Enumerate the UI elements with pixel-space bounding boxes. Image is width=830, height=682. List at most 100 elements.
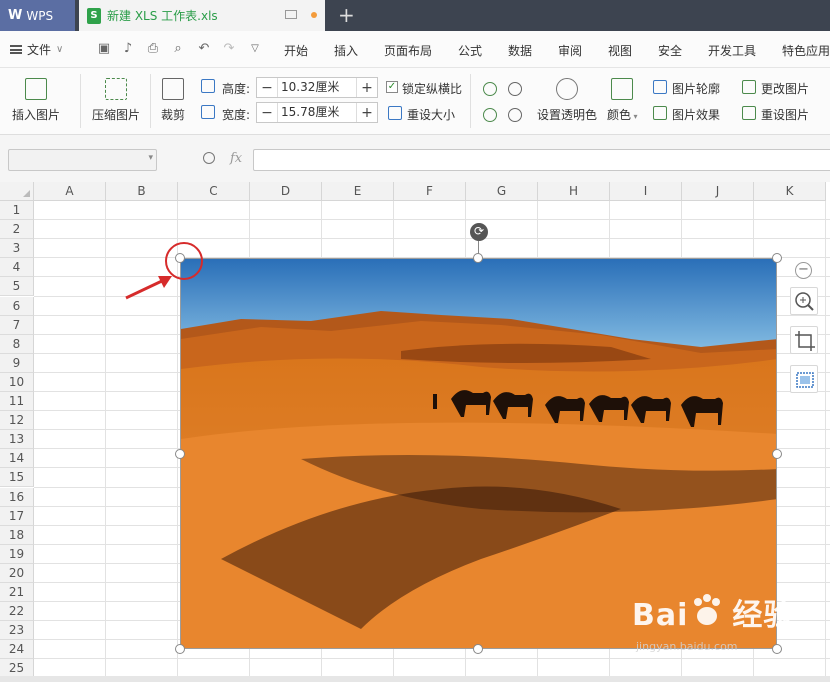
brightness-down-icon[interactable]	[508, 82, 522, 96]
height-stepper[interactable]: − 10.32厘米 +	[256, 77, 378, 98]
wps-home-tab[interactable]: W WPS	[0, 0, 75, 31]
picture-effects-icon	[653, 106, 667, 120]
undo-icon[interactable]: ↶	[197, 42, 211, 56]
tab-data[interactable]: 数据	[508, 42, 532, 59]
resize-handle-right[interactable]	[772, 449, 782, 459]
row-header[interactable]: 15	[0, 468, 34, 488]
column-header[interactable]: I	[610, 182, 682, 201]
color-button[interactable]: 颜色 ▾	[607, 78, 638, 123]
width-stepper[interactable]: − 15.78厘米 +	[256, 102, 378, 123]
row-header[interactable]: 14	[0, 449, 34, 469]
column-header[interactable]: D	[250, 182, 322, 201]
picture-outline-button[interactable]: 图片轮廓	[672, 80, 720, 97]
column-header[interactable]: G	[466, 182, 538, 201]
crop-button[interactable]: 裁剪	[161, 78, 185, 123]
row-header[interactable]: 4	[0, 258, 34, 278]
row-header[interactable]: 2	[0, 220, 34, 240]
width-increase-button[interactable]: +	[357, 105, 377, 121]
row-header[interactable]: 20	[0, 563, 34, 583]
zoom-icon[interactable]	[203, 152, 215, 164]
row-header[interactable]: 18	[0, 525, 34, 545]
row-header[interactable]: 12	[0, 411, 34, 431]
height-increase-button[interactable]: +	[357, 80, 377, 96]
reset-picture-button[interactable]: 重设图片	[761, 106, 809, 123]
tab-home[interactable]: 开始	[284, 42, 308, 59]
resize-handle-top-right[interactable]	[772, 253, 782, 263]
height-value[interactable]: 10.32厘米	[277, 78, 357, 97]
column-header[interactable]: H	[538, 182, 610, 201]
compress-picture-button[interactable]: 压缩图片	[92, 78, 140, 123]
row-header[interactable]: 6	[0, 296, 34, 316]
picture-effects-button[interactable]: 图片效果	[672, 106, 720, 123]
tab-special-apps[interactable]: 特色应用	[782, 42, 830, 59]
row-header[interactable]: 16	[0, 487, 34, 507]
row-header[interactable]: 10	[0, 372, 34, 392]
monitor-icon[interactable]	[285, 10, 297, 19]
formula-input[interactable]	[253, 149, 830, 171]
width-icon	[201, 105, 215, 119]
row-header[interactable]: 24	[0, 640, 34, 660]
document-tab[interactable]: S 新建 XLS 工作表.xls	[79, 0, 325, 31]
tab-formulas[interactable]: 公式	[458, 42, 482, 59]
row-header[interactable]: 1	[0, 201, 34, 220]
row-header[interactable]: 5	[0, 277, 34, 297]
brightness-up-icon[interactable]	[483, 82, 497, 96]
row-header[interactable]: 19	[0, 544, 34, 564]
row-header[interactable]: 3	[0, 239, 34, 259]
row-header[interactable]: 21	[0, 583, 34, 602]
collapse-minus-icon[interactable]: −	[795, 262, 812, 279]
name-box[interactable]	[8, 149, 157, 171]
resize-handle-bottom[interactable]	[473, 644, 483, 654]
print-preview-icon[interactable]: ⌕	[171, 42, 185, 56]
row-header[interactable]: 13	[0, 430, 34, 450]
row-header[interactable]: 11	[0, 392, 34, 411]
column-header[interactable]: C	[178, 182, 250, 201]
reset-size-button[interactable]: 重设大小	[407, 106, 455, 123]
height-decrease-button[interactable]: −	[257, 80, 277, 96]
row-header[interactable]: 7	[0, 315, 34, 335]
tab-security[interactable]: 安全	[658, 42, 682, 59]
change-picture-button[interactable]: 更改图片	[761, 80, 809, 97]
lock-aspect-checkbox[interactable]: ✓	[386, 81, 398, 93]
resize-handle-bottom-left[interactable]	[175, 644, 185, 654]
column-header[interactable]: J	[682, 182, 754, 201]
tab-page-layout[interactable]: 页面布局	[384, 42, 432, 59]
tab-view[interactable]: 视图	[608, 42, 632, 59]
width-decrease-button[interactable]: −	[257, 105, 277, 121]
print-icon[interactable]: ⎙	[146, 42, 160, 56]
rotate-handle-icon[interactable]: ⟳	[470, 223, 488, 241]
new-tab-plus-icon[interactable]: +	[338, 3, 355, 27]
crop-side-icon[interactable]	[790, 326, 818, 354]
picture-frame-icon[interactable]	[790, 365, 818, 393]
column-header[interactable]: F	[394, 182, 466, 201]
column-header[interactable]: E	[322, 182, 394, 201]
row-header[interactable]: 23	[0, 621, 34, 641]
file-menu-button[interactable]: 文件 ∨	[10, 41, 63, 58]
row-header[interactable]: 9	[0, 353, 34, 373]
row-header[interactable]: 8	[0, 334, 34, 354]
tab-insert[interactable]: 插入	[334, 42, 358, 59]
select-all-corner[interactable]	[0, 182, 34, 201]
format-painter-icon[interactable]: ♪	[121, 42, 135, 56]
column-header[interactable]: B	[106, 182, 178, 201]
column-header[interactable]: A	[34, 182, 106, 201]
contrast-up-icon[interactable]	[483, 108, 497, 122]
row-header[interactable]: 17	[0, 506, 34, 526]
sheet-tab-bar[interactable]	[0, 676, 830, 682]
resize-handle-top[interactable]	[473, 253, 483, 263]
customize-toolbar-icon[interactable]: ▽	[248, 42, 262, 56]
tab-developer[interactable]: 开发工具	[708, 42, 756, 59]
width-value[interactable]: 15.78厘米	[277, 103, 357, 122]
redo-icon[interactable]: ↷	[222, 42, 236, 56]
tab-review[interactable]: 审阅	[558, 42, 582, 59]
insert-picture-button[interactable]: 插入图片	[12, 78, 60, 123]
fx-icon[interactable]: fx	[230, 151, 242, 166]
column-header[interactable]: K	[754, 182, 826, 201]
resize-handle-bottom-right[interactable]	[772, 644, 782, 654]
set-transparent-color-button[interactable]: 设置透明色	[537, 78, 597, 123]
save-icon[interactable]: ▣	[97, 42, 111, 56]
zoom-picture-icon[interactable]	[790, 287, 818, 315]
row-header[interactable]: 22	[0, 602, 34, 622]
resize-handle-left[interactable]	[175, 449, 185, 459]
contrast-down-icon[interactable]	[508, 108, 522, 122]
